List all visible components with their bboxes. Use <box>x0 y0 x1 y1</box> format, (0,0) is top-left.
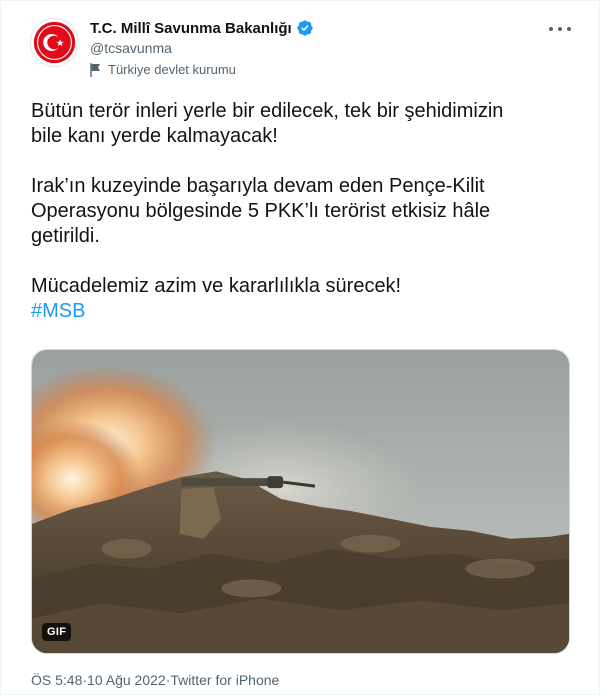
government-flag-icon <box>90 62 102 77</box>
tweet-card[interactable]: T.C. Millî Savunma Bakanlığı @tcsavunma … <box>0 0 600 695</box>
tweet-line: getirildi. <box>31 225 100 247</box>
gif-badge: GIF <box>42 623 72 641</box>
verified-badge-icon <box>296 19 314 37</box>
tweet-line: Mücadelemiz azim ve kararlılıkla sürecek… <box>31 275 402 297</box>
more-options-icon[interactable] <box>549 21 571 37</box>
tweet-line: Bütün terör inleri yerle bir edilecek, t… <box>31 100 504 122</box>
tweet-date[interactable]: 10 Ağu 2022 <box>87 672 166 688</box>
tweet-paragraph: Mücadelemiz azim ve kararlılıkla sürecek… <box>31 274 576 324</box>
gif-frame <box>32 350 569 653</box>
government-label-text: Türkiye devlet kurumu <box>108 62 236 77</box>
tweet-line: Irak’ın kuzeyinde başarıyla devam eden P… <box>31 175 485 197</box>
author-name[interactable]: T.C. Millî Savunma Bakanlığı <box>90 20 292 37</box>
tweet-source[interactable]: Twitter for iPhone <box>170 672 279 688</box>
tweet-line: bile kanı yerde kalmayacak! <box>31 125 278 147</box>
gif-media[interactable]: GIF <box>31 349 570 654</box>
avatar[interactable] <box>30 18 79 67</box>
msb-logo <box>33 21 76 64</box>
tweet-paragraph: Irak’ın kuzeyinde başarıyla devam eden P… <box>31 174 576 249</box>
hashtag-link[interactable]: #MSB <box>31 299 85 324</box>
tweet-time[interactable]: ÖS 5:48 <box>31 672 82 688</box>
author-handle[interactable]: @tcsavunma <box>90 40 172 56</box>
tweet-meta: ÖS 5:48 · 10 Ağu 2022 · Twitter for iPho… <box>31 672 279 688</box>
tweet-line: Operasyonu bölgesinde 5 PKK’lı terörist … <box>31 200 491 222</box>
tweet-text: Bütün terör inleri yerle bir edilecek, t… <box>31 99 576 324</box>
government-label[interactable]: Türkiye devlet kurumu <box>90 62 236 77</box>
tweet-paragraph: Bütün terör inleri yerle bir edilecek, t… <box>31 99 576 149</box>
